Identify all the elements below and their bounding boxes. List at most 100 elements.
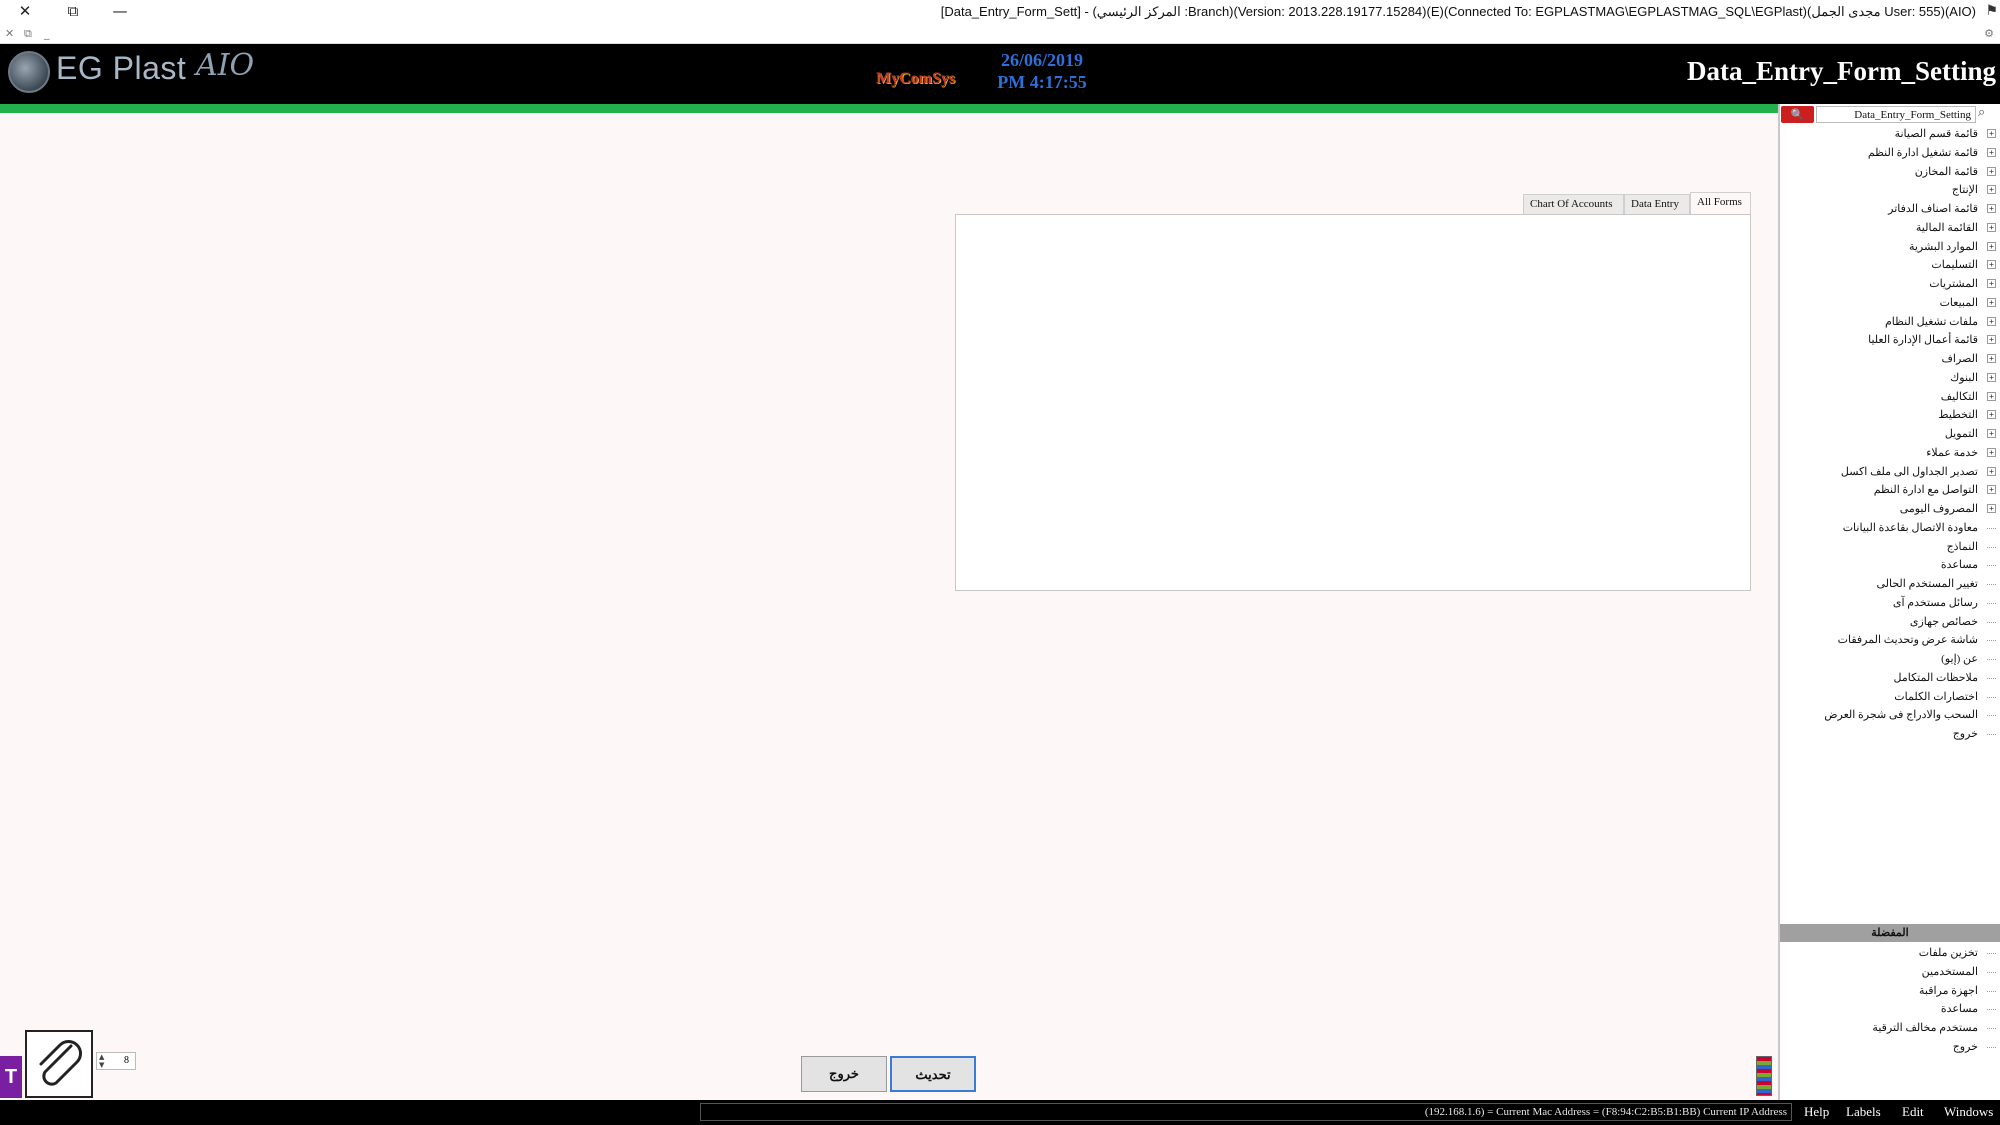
tree-item[interactable]: + التمويل — [1780, 426, 2000, 444]
tree-item[interactable]: اختصارات الكلمات — [1780, 689, 2000, 707]
tree-item-label: تغيير المستخدم الحالى — [1876, 578, 1978, 590]
tree-item[interactable]: + خدمة عملاء — [1780, 445, 2000, 463]
menu-help[interactable]: Help — [1804, 1104, 1829, 1120]
tree-item[interactable]: مساعدة — [1780, 557, 2000, 575]
menu-edit[interactable]: Edit — [1902, 1104, 1924, 1120]
side-badge[interactable]: T — [0, 1056, 22, 1098]
favorite-item[interactable]: مستخدم مخالف الترقية — [1780, 1020, 2000, 1038]
spinner-down-icon[interactable]: ▼ — [99, 1061, 104, 1069]
expand-icon[interactable]: + — [1987, 185, 1996, 195]
expand-icon[interactable]: + — [1987, 429, 1996, 438]
tree-item[interactable]: خروج — [1780, 726, 2000, 744]
tree-item[interactable]: + قائمة قسم الصيانة — [1780, 126, 2000, 144]
tree-item[interactable]: عن (إيو) — [1780, 651, 2000, 669]
favorite-item[interactable]: مساعدة — [1780, 1001, 2000, 1019]
tree-item[interactable]: النماذج — [1780, 539, 2000, 557]
tree-item-label: قائمة اصناف الدفاتر — [1888, 203, 1978, 215]
tree-item[interactable]: تغيير المستخدم الحالى — [1780, 576, 2000, 594]
expand-icon[interactable]: + — [1987, 391, 1996, 401]
expand-icon[interactable]: + — [1987, 466, 1996, 476]
update-button[interactable]: تحديث — [890, 1056, 976, 1092]
tree-item[interactable]: + الإنتاج — [1780, 182, 2000, 200]
tree-item[interactable]: + الموارد البشرية — [1780, 239, 2000, 257]
tree-item-label: المصروف اليومى — [1899, 503, 1978, 515]
expand-icon[interactable]: + — [1987, 504, 1996, 513]
tree-item[interactable]: + التواصل مع ادارة النظم — [1780, 482, 2000, 500]
tree-item[interactable]: ملاحظات المتكامل — [1780, 670, 2000, 688]
expand-icon[interactable]: + — [1987, 297, 1996, 307]
minimize-window-button[interactable]: — — [105, 2, 135, 20]
color-strip-icon[interactable] — [1756, 1056, 1772, 1096]
tree-item[interactable]: + المشتريات — [1780, 276, 2000, 294]
tree-item[interactable]: السحب والادراج فى شجرة العرض — [1780, 707, 2000, 725]
expand-icon[interactable]: + — [1987, 260, 1996, 270]
tree-item[interactable]: + التسليمات — [1780, 257, 2000, 275]
tree-connector — [1987, 696, 1996, 698]
favorite-item-label: مساعدة — [1940, 1003, 1978, 1016]
tree-item[interactable]: خصائص جهازى — [1780, 614, 2000, 632]
search-input[interactable] — [1816, 106, 1976, 123]
expand-icon[interactable]: + — [1987, 166, 1996, 176]
tree-item[interactable]: + قائمة المخازن — [1780, 164, 2000, 182]
expand-icon[interactable]: + — [1987, 335, 1996, 345]
tree-item[interactable]: + المصروف اليومى — [1780, 501, 2000, 519]
logo-suffix: AIO — [196, 48, 255, 83]
tree-item[interactable]: + البنوك — [1780, 370, 2000, 388]
tree-connector — [1987, 527, 1996, 529]
tab-chart-of-accounts[interactable]: Chart Of Accounts — [1523, 194, 1624, 214]
menu-windows[interactable]: Windows — [1944, 1104, 1993, 1120]
tree-item[interactable]: + التخطيط — [1780, 407, 2000, 425]
tree-item[interactable]: معاودة الاتصال بقاعدة البيانات — [1780, 520, 2000, 538]
expand-icon[interactable]: + — [1987, 241, 1996, 251]
attachment-button[interactable] — [25, 1030, 93, 1098]
tree-item[interactable]: + قائمة أعمال الإدارة العليا — [1780, 332, 2000, 350]
tree-item[interactable]: + التكاليف — [1780, 389, 2000, 407]
settings-icon[interactable]: ⚙ — [1984, 27, 1994, 40]
favorite-item[interactable]: اجهزة مراقبة — [1780, 983, 2000, 1001]
favorite-item[interactable]: تخزين ملفات — [1780, 945, 2000, 963]
tab-content-panel — [955, 214, 1751, 591]
spinner-value: 8 — [124, 1055, 129, 1066]
tree-item-label: المشتريات — [1929, 278, 1978, 290]
favorite-item[interactable]: المستخدمين — [1780, 964, 2000, 982]
tree-item[interactable]: + تصدير الجداول الى ملف اكسل — [1780, 464, 2000, 482]
tree-item-label: رسائل مستخدم آى — [1892, 596, 1978, 609]
tree-item[interactable]: + المبيعات — [1780, 295, 2000, 313]
tree-item[interactable]: + القائمة المالية — [1780, 220, 2000, 238]
tree-item[interactable]: رسائل مستخدم آى — [1780, 595, 2000, 613]
mdi-restore-button[interactable]: ⧉ — [24, 27, 32, 41]
expand-icon[interactable]: + — [1987, 129, 1996, 138]
tree-connector — [1987, 677, 1996, 679]
mdi-minimize-button[interactable]: _ — [44, 27, 50, 40]
tree-item[interactable]: شاشة عرض وتحديث المرفقات — [1780, 632, 2000, 650]
exit-button[interactable]: خروج — [801, 1056, 887, 1092]
restore-window-button[interactable]: ⧉ — [58, 2, 88, 20]
expand-icon[interactable]: + — [1987, 372, 1996, 382]
tree-connector — [1987, 659, 1996, 660]
tab-data-entry[interactable]: Data Entry — [1624, 194, 1690, 214]
expand-icon[interactable]: + — [1987, 222, 1996, 232]
expand-icon[interactable]: + — [1987, 485, 1996, 495]
mdi-close-button[interactable]: ✕ — [5, 27, 14, 40]
tree-item-label: مساعدة — [1940, 559, 1978, 572]
tab-all-forms[interactable]: All Forms — [1690, 192, 1751, 214]
tree-item[interactable]: + ملفات تشغيل النظام — [1780, 314, 2000, 332]
page-spinner[interactable]: ▲ ▼ 8 — [96, 1052, 136, 1070]
expand-icon[interactable]: + — [1987, 204, 1996, 213]
search-icon[interactable]: ⌕ — [1978, 105, 1985, 120]
expand-icon[interactable]: + — [1987, 279, 1996, 288]
expand-icon[interactable]: + — [1987, 354, 1996, 363]
tree-connector — [1987, 953, 1996, 954]
spinner-up-icon[interactable]: ▲ — [99, 1053, 104, 1061]
favorite-item[interactable]: خروج — [1780, 1039, 2000, 1057]
tree-item[interactable]: + الصراف — [1780, 351, 2000, 369]
expand-icon[interactable]: + — [1987, 410, 1996, 420]
menu-labels[interactable]: Labels — [1846, 1104, 1881, 1120]
search-button[interactable]: 🔍 — [1781, 106, 1814, 123]
tree-item[interactable]: + قائمة اصناف الدفاتر — [1780, 201, 2000, 219]
expand-icon[interactable]: + — [1987, 447, 1996, 457]
tree-item[interactable]: + قائمة تشغيل ادارة النظم — [1780, 145, 2000, 163]
expand-icon[interactable]: + — [1987, 316, 1996, 326]
close-window-button[interactable]: ✕ — [10, 2, 40, 20]
expand-icon[interactable]: + — [1987, 147, 1996, 157]
